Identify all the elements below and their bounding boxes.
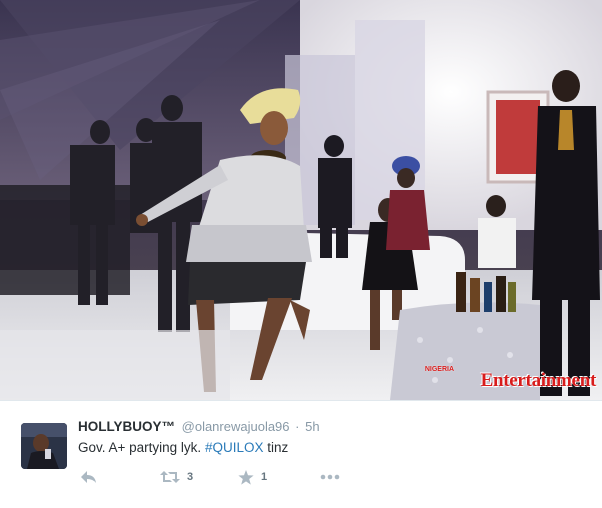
user-handle[interactable]: @olanrewajuola96 [182, 419, 290, 434]
favorite-button[interactable]: 1 [238, 467, 267, 487]
retweet-button[interactable]: 3 [160, 467, 193, 487]
display-name[interactable]: HOLLYBUOY™ [78, 419, 175, 434]
separator: · [295, 419, 300, 434]
avatar-image [21, 423, 67, 469]
retweet-count: 3 [187, 471, 194, 483]
tweet-text-suffix: tinz [263, 440, 289, 455]
watermark-brand: Entertainment [480, 370, 597, 391]
avatar[interactable] [21, 423, 67, 469]
tweet-text-prefix: Gov. A+ partying lyk. [78, 440, 205, 455]
hashtag-link[interactable]: #QUILOX [205, 440, 264, 455]
retweet-icon [160, 471, 180, 483]
tweet-card: HOLLYBUOY™ @olanrewajuola96 · 5h Gov. A+… [0, 401, 602, 508]
star-icon [238, 469, 254, 485]
tweet-photo[interactable]: NIGERIA Entertainment [0, 0, 602, 400]
reply-icon [81, 471, 96, 483]
tweet-header: HOLLYBUOY™ @olanrewajuola96 · 5h [78, 419, 320, 434]
favorite-count: 1 [261, 471, 268, 483]
tweet-actions: 3 1 [78, 467, 378, 487]
watermark-prefix: NIGERIA [424, 366, 454, 373]
more-icon [320, 474, 340, 480]
more-button[interactable] [320, 467, 340, 487]
party-scene-illustration [0, 0, 602, 400]
reply-button[interactable] [80, 467, 97, 487]
tweet-timestamp[interactable]: 5h [305, 419, 319, 434]
tweet-text: Gov. A+ partying lyk. #QUILOX tinz [78, 440, 288, 455]
